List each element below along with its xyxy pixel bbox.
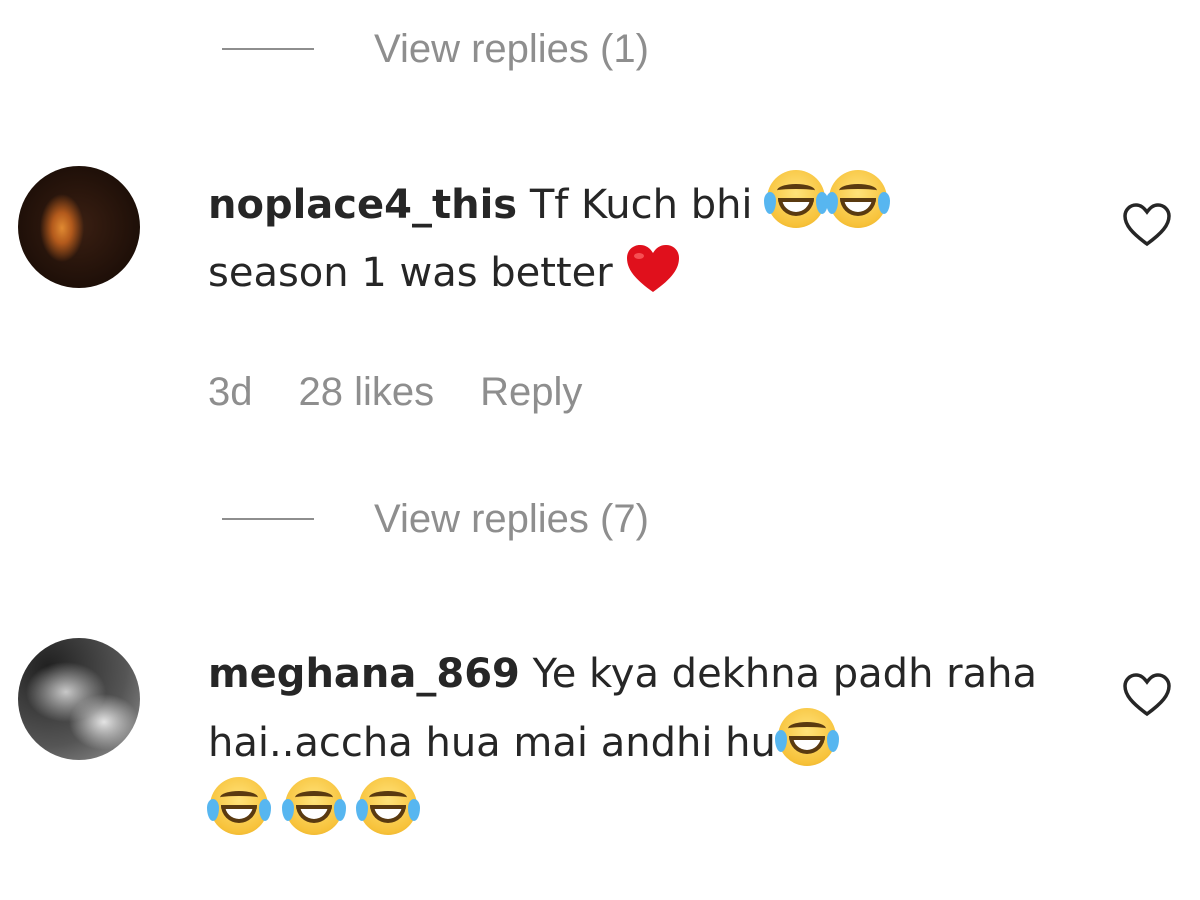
comment-username[interactable]: meghana_869 — [208, 651, 520, 697]
avatar[interactable] — [18, 638, 140, 760]
laughing-tears-emoji — [207, 777, 271, 835]
view-replies-label: View replies (7) — [374, 496, 649, 541]
reply-button[interactable]: Reply — [480, 370, 582, 415]
view-replies-button[interactable]: View replies (7) — [222, 494, 649, 544]
laughing-tears-emoji — [826, 170, 891, 228]
replies-divider-line — [222, 48, 314, 50]
comment-text: Tf Kuch bhi — [529, 182, 753, 228]
avatar[interactable] — [18, 166, 140, 288]
likes-count[interactable]: 28 likes — [299, 370, 435, 415]
replies-divider-line — [222, 518, 314, 520]
comment-meta: 3d 28 likes Reply — [208, 362, 628, 422]
comment-body: meghana_869 Ye kya dekhna padh raha hai.… — [207, 640, 1068, 846]
view-replies-button[interactable]: View replies (1) — [222, 24, 649, 74]
laughing-tears-emoji — [774, 708, 839, 766]
heart-outline-icon[interactable] — [1122, 672, 1172, 718]
comment-username[interactable]: noplace4_this — [208, 182, 517, 228]
red-heart-emoji — [627, 245, 680, 292]
comment-body: noplace4_this Tf Kuch bhi season 1 was b… — [208, 170, 1068, 307]
heart-outline-icon[interactable] — [1122, 202, 1172, 248]
laughing-tears-emoji — [356, 777, 421, 835]
view-replies-label: View replies (1) — [374, 26, 649, 71]
laughing-tears-emoji — [764, 170, 829, 228]
laughing-tears-emoji — [281, 777, 346, 835]
comment-text: season 1 was better — [208, 250, 613, 296]
comment-age: 3d — [208, 369, 253, 414]
